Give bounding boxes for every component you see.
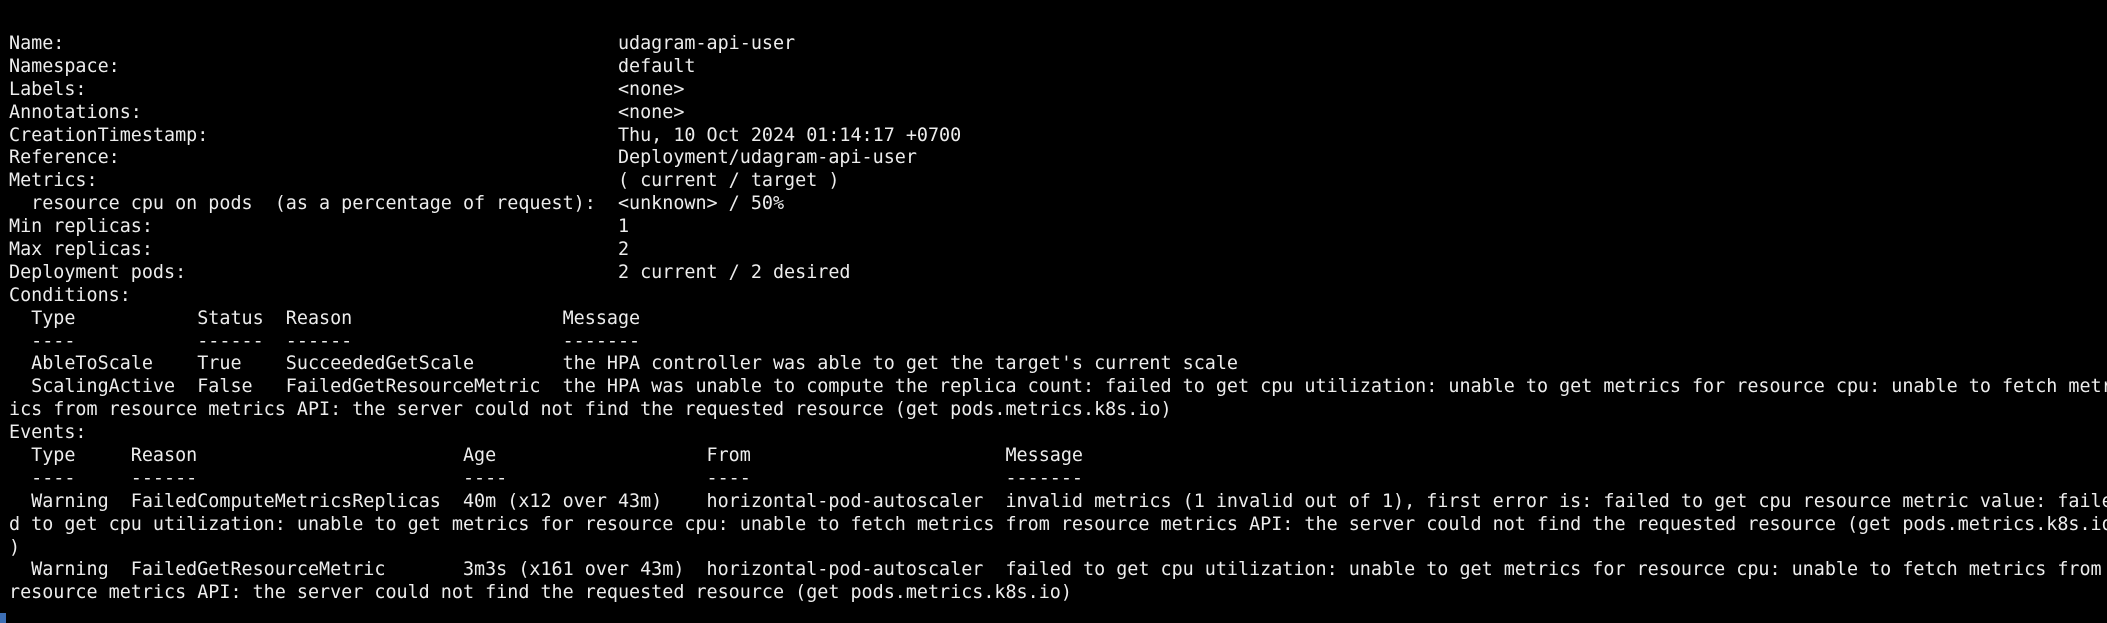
line-name: Name: udagram-api-user bbox=[9, 33, 796, 54]
line-condition-scaling-active: ScalingActive False FailedGetResourceMet… bbox=[9, 376, 2107, 398]
line-event-failed-compute-wrap-1: d to get cpu utilization: unable to get … bbox=[9, 513, 2107, 535]
line-max-replicas: Max replicas: 2 bbox=[9, 239, 630, 261]
line-events-columns: Type Reason Age From Message bbox=[9, 445, 1083, 467]
terminal-top-gap bbox=[0, 0, 2107, 30]
line-events-header: Events: bbox=[9, 422, 87, 444]
line-labels: Labels: <none> bbox=[9, 78, 685, 100]
prompt-cursor-mark bbox=[0, 613, 6, 623]
line-reference: Reference: Deployment/udagram-api-user bbox=[9, 147, 917, 169]
line-deployment-pods: Deployment pods: 2 current / 2 desired bbox=[9, 261, 851, 283]
line-namespace: Namespace: default bbox=[9, 55, 696, 77]
line-event-failed-get-resource-wrap: resource metrics API: the server could n… bbox=[9, 582, 1072, 604]
line-min-replicas: Min replicas: 1 bbox=[9, 216, 630, 238]
line-annotations: Annotations: <none> bbox=[9, 101, 685, 123]
line-conditions-separator: ---- ------ ------ ------- bbox=[9, 330, 641, 352]
line-metrics-cpu: resource cpu on pods (as a percentage of… bbox=[9, 193, 785, 215]
line-metrics: Metrics: ( current / target ) bbox=[9, 170, 840, 192]
line-creation-timestamp: CreationTimestamp: Thu, 10 Oct 2024 01:1… bbox=[9, 124, 962, 146]
line-event-failed-compute: Warning FailedComputeMetricsReplicas 40m… bbox=[9, 490, 2107, 512]
line-condition-able-to-scale: AbleToScale True SucceededGetScale the H… bbox=[9, 353, 1239, 375]
line-event-failed-get-resource: Warning FailedGetResourceMetric 3m3s (x1… bbox=[9, 559, 2102, 581]
terminal-output: Name: udagram-api-user Namespace: defaul… bbox=[9, 33, 2107, 605]
line-conditions-columns: Type Status Reason Message bbox=[9, 307, 641, 329]
line-events-separator: ---- ------ ---- ---- ------- bbox=[9, 467, 1083, 489]
line-event-failed-compute-wrap-2: ) bbox=[9, 536, 21, 558]
line-conditions-header: Conditions: bbox=[9, 284, 131, 306]
terminal-window[interactable]: Name: udagram-api-user Namespace: defaul… bbox=[0, 0, 2107, 623]
line-condition-scaling-active-wrap: ics from resource metrics API: the serve… bbox=[9, 399, 1172, 421]
